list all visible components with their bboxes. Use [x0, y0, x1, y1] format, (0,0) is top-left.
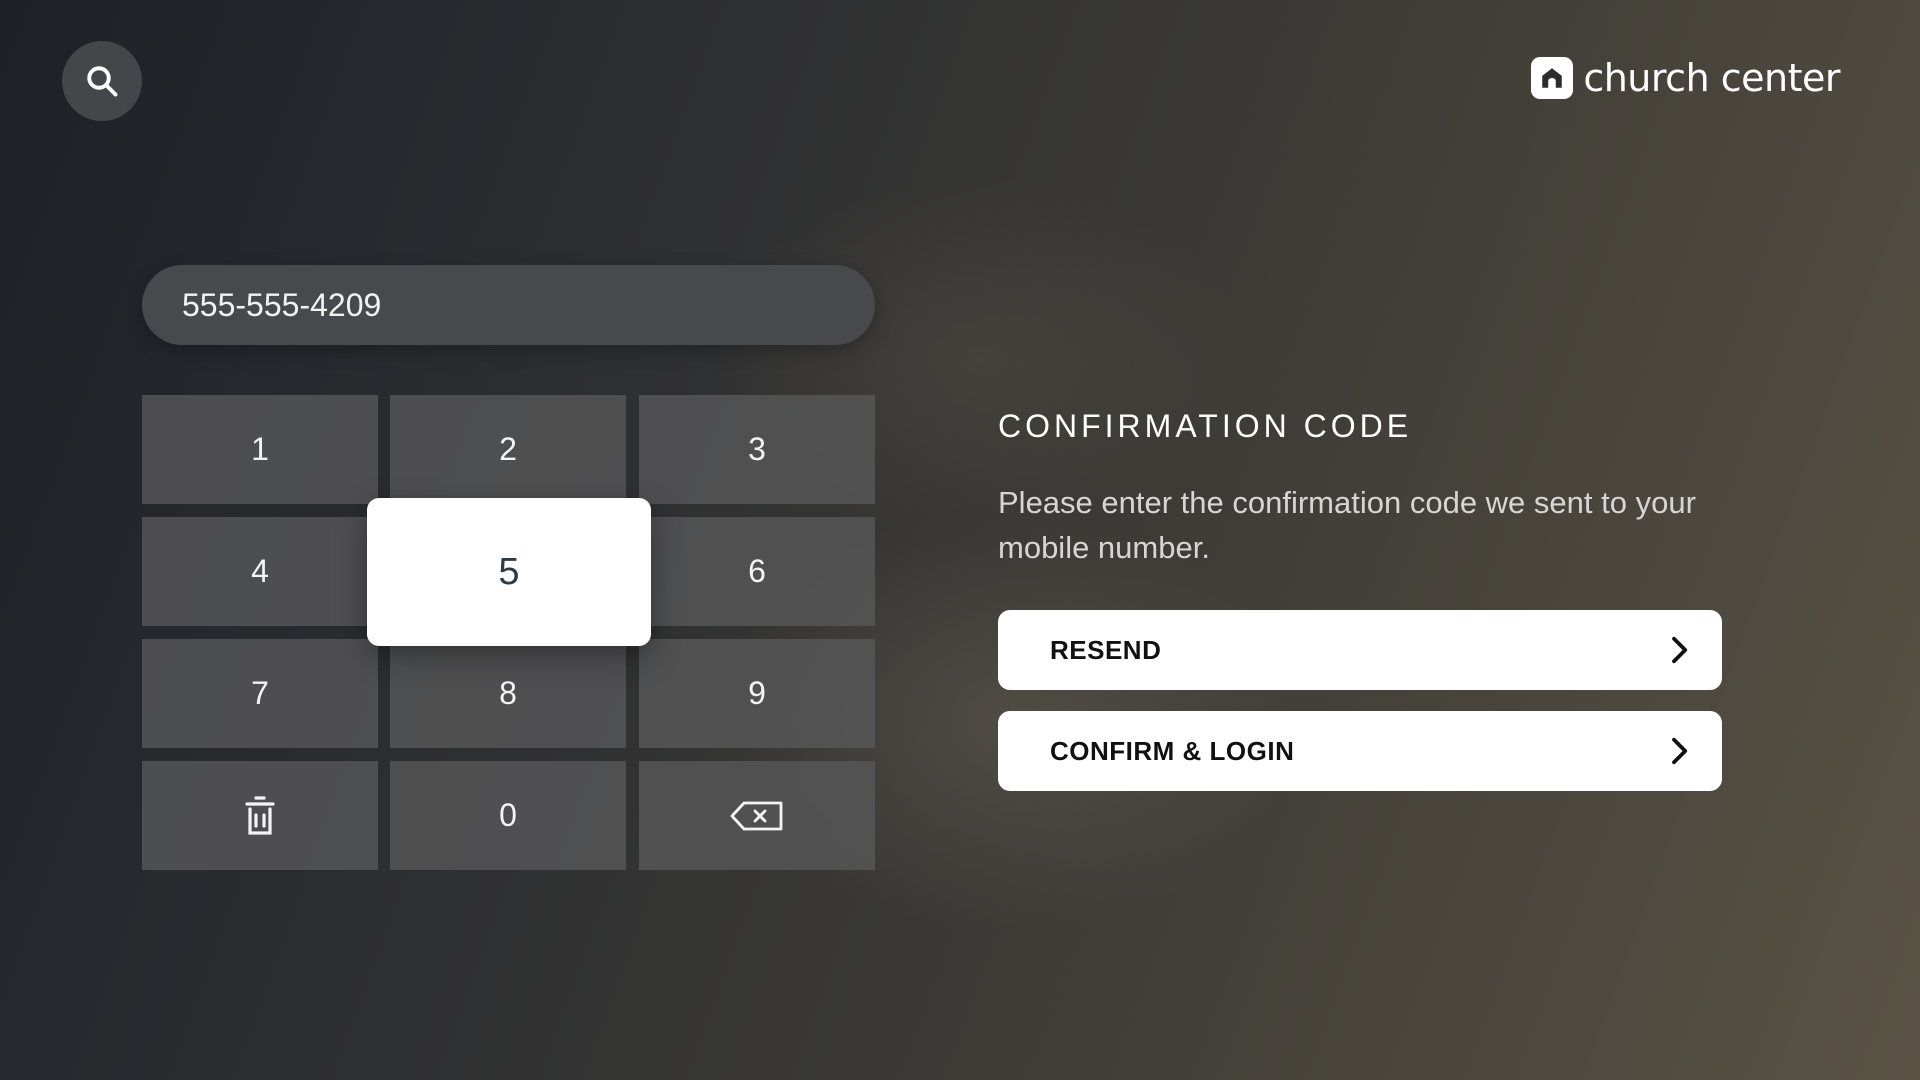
church-center-logo: church center: [1531, 57, 1840, 99]
phone-number-value: 555-555-4209: [182, 286, 382, 323]
trash-icon: [245, 795, 275, 835]
key-8[interactable]: 8: [390, 639, 626, 748]
key-2[interactable]: 2: [390, 395, 626, 504]
clear-key[interactable]: [142, 761, 378, 870]
search-icon: [87, 66, 118, 97]
home-icon: [1531, 57, 1574, 99]
resend-button[interactable]: RESEND: [998, 610, 1722, 690]
phone-number-field: 555-555-4209: [142, 265, 875, 345]
confirm-login-button[interactable]: CONFIRM & LOGIN: [998, 711, 1722, 791]
backspace-icon: [730, 801, 783, 830]
key-label: 2: [499, 431, 517, 467]
confirmation-description: Please enter the confirmation code we se…: [998, 485, 1696, 565]
chevron-right-icon: [1672, 636, 1688, 664]
key-5[interactable]: 5: [367, 498, 651, 646]
key-label: 0: [499, 797, 517, 833]
backspace-key[interactable]: [639, 761, 875, 870]
key-1[interactable]: 1: [142, 395, 378, 504]
key-label: 7: [251, 675, 269, 711]
confirmation-panel: CONFIRMATION CODE Please enter the confi…: [998, 408, 1722, 791]
confirmation-heading: CONFIRMATION CODE: [998, 408, 1413, 444]
key-label: 1: [251, 431, 269, 467]
chevron-right-icon: [1672, 737, 1688, 765]
search-button[interactable]: [62, 41, 142, 121]
key-6[interactable]: 6: [639, 517, 875, 626]
key-label: 5: [498, 550, 520, 593]
key-3[interactable]: 3: [639, 395, 875, 504]
key-label: 9: [748, 675, 766, 711]
key-7[interactable]: 7: [142, 639, 378, 748]
confirm-login-label: CONFIRM & LOGIN: [1050, 735, 1295, 766]
numeric-keypad: 1 2 3 4 6 7 8 9 0 5: [142, 395, 875, 870]
key-4[interactable]: 4: [142, 517, 378, 626]
resend-label: RESEND: [1050, 634, 1162, 665]
key-label: 6: [748, 553, 766, 589]
key-9[interactable]: 9: [639, 639, 875, 748]
logo-text: church center: [1583, 56, 1840, 100]
key-label: 4: [251, 553, 269, 589]
key-label: 8: [499, 675, 517, 711]
key-0[interactable]: 0: [390, 761, 626, 870]
key-label: 3: [748, 431, 766, 467]
